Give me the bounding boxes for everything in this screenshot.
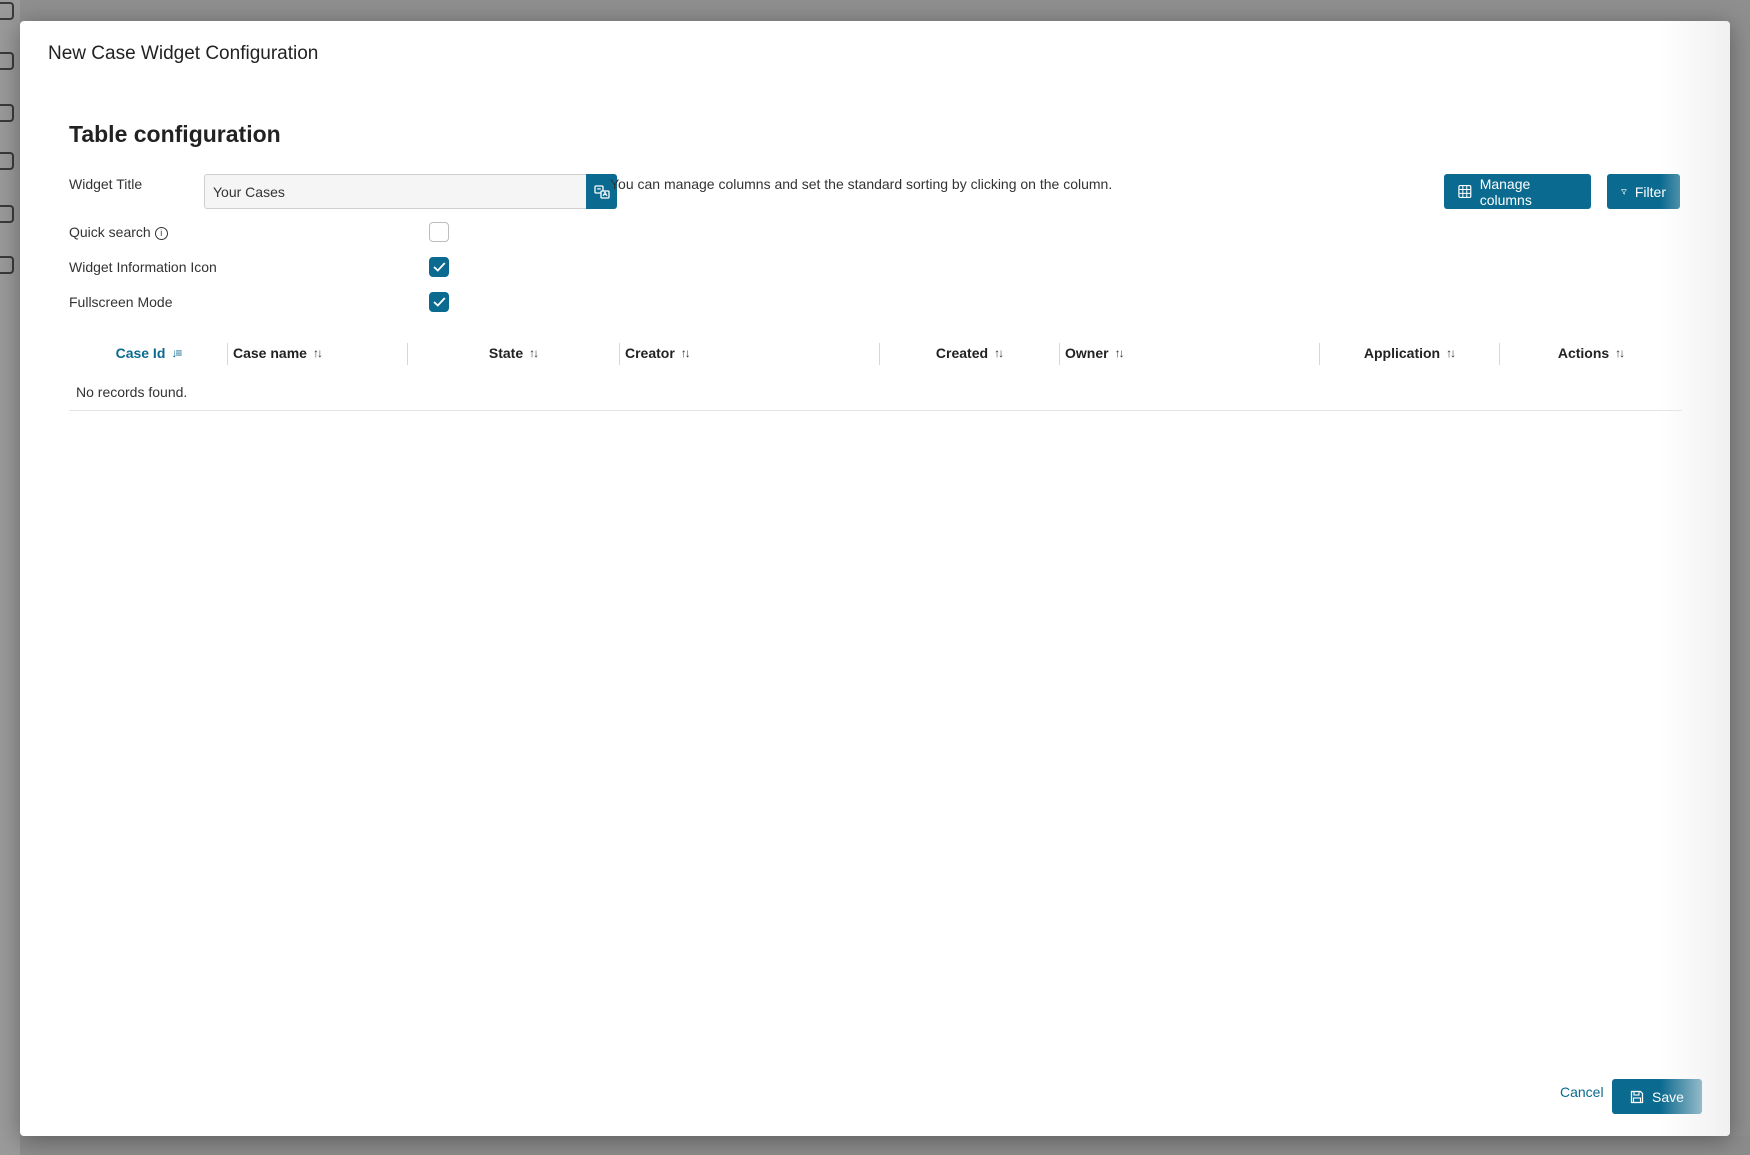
widget-title-label: Widget Title bbox=[69, 176, 143, 192]
column-header-creator[interactable]: Creator ↑↓ bbox=[619, 333, 879, 373]
background-footer bbox=[20, 1136, 1750, 1155]
sort-descending-icon: ↓≡ bbox=[171, 346, 182, 360]
fullscreen-mode-label: Fullscreen Mode bbox=[69, 294, 173, 310]
sort-icon: ↑↓ bbox=[529, 346, 539, 360]
cases-icon bbox=[0, 52, 14, 70]
column-header-case-id[interactable]: Case Id ↓≡ bbox=[69, 333, 227, 373]
widget-title-input[interactable] bbox=[204, 174, 586, 209]
clock-icon bbox=[0, 256, 14, 274]
widget-config-dialog: New Case Widget Configuration Table conf… bbox=[20, 21, 1730, 1136]
sort-icon: ↑↓ bbox=[994, 346, 1004, 360]
fullscreen-mode-checkbox[interactable] bbox=[429, 292, 449, 312]
background-sidebar bbox=[0, 0, 20, 1155]
columns-hint: You can manage columns and set the stand… bbox=[610, 176, 1113, 192]
empty-message: No records found. bbox=[69, 373, 1682, 411]
widget-info-icon-checkbox[interactable] bbox=[429, 257, 449, 277]
table-header: Case Id ↓≡ Case name ↑↓ State ↑↓ Creator ↑↓ … bbox=[69, 333, 1682, 373]
column-header-actions[interactable]: Actions ↑↓ bbox=[1499, 333, 1682, 373]
check-icon bbox=[432, 262, 445, 272]
background-header bbox=[20, 0, 1750, 22]
check-icon bbox=[432, 297, 445, 307]
sort-icon: ↑↓ bbox=[1615, 346, 1625, 360]
widget-info-icon-label: Widget Information Icon bbox=[69, 259, 217, 275]
cases-table: Case Id ↓≡ Case name ↑↓ State ↑↓ Creator ↑↓ … bbox=[69, 333, 1682, 411]
save-button[interactable]: Save bbox=[1612, 1079, 1702, 1114]
sort-icon: ↑↓ bbox=[1446, 346, 1456, 360]
filter-button[interactable]: Filter bbox=[1607, 174, 1680, 209]
columns-icon bbox=[1458, 184, 1472, 199]
section-title: Table configuration bbox=[69, 121, 281, 147]
idea-icon bbox=[0, 205, 14, 223]
column-header-owner[interactable]: Owner ↑↓ bbox=[1059, 333, 1319, 373]
list-icon bbox=[0, 152, 14, 170]
edit-icon bbox=[0, 104, 14, 122]
widget-title-field bbox=[204, 174, 617, 209]
manage-columns-button[interactable]: Manage columns bbox=[1444, 174, 1591, 209]
sort-icon: ↑↓ bbox=[1114, 346, 1125, 360]
translate-icon bbox=[593, 184, 610, 199]
save-icon bbox=[1630, 1090, 1644, 1103]
quick-search-label: Quick search i bbox=[69, 224, 168, 240]
dialog-title: New Case Widget Configuration bbox=[48, 43, 319, 64]
sort-icon: ↑↓ bbox=[312, 346, 323, 360]
info-icon[interactable]: i bbox=[154, 227, 168, 240]
dashboard-icon bbox=[0, 2, 14, 20]
column-header-state[interactable]: State ↑↓ bbox=[407, 333, 619, 373]
cancel-button[interactable]: Cancel bbox=[1560, 1084, 1604, 1100]
column-header-created[interactable]: Created ↑↓ bbox=[879, 333, 1059, 373]
save-label: Save bbox=[1652, 1088, 1684, 1105]
column-header-case-name[interactable]: Case name ↑↓ bbox=[227, 333, 407, 373]
manage-columns-label: Manage columns bbox=[1479, 175, 1532, 208]
column-header-application[interactable]: Application ↑↓ bbox=[1319, 333, 1499, 373]
sort-icon: ↑↓ bbox=[680, 346, 691, 360]
filter-icon bbox=[1621, 188, 1627, 194]
filter-label: Filter bbox=[1634, 183, 1666, 200]
quick-search-checkbox[interactable] bbox=[429, 222, 449, 242]
